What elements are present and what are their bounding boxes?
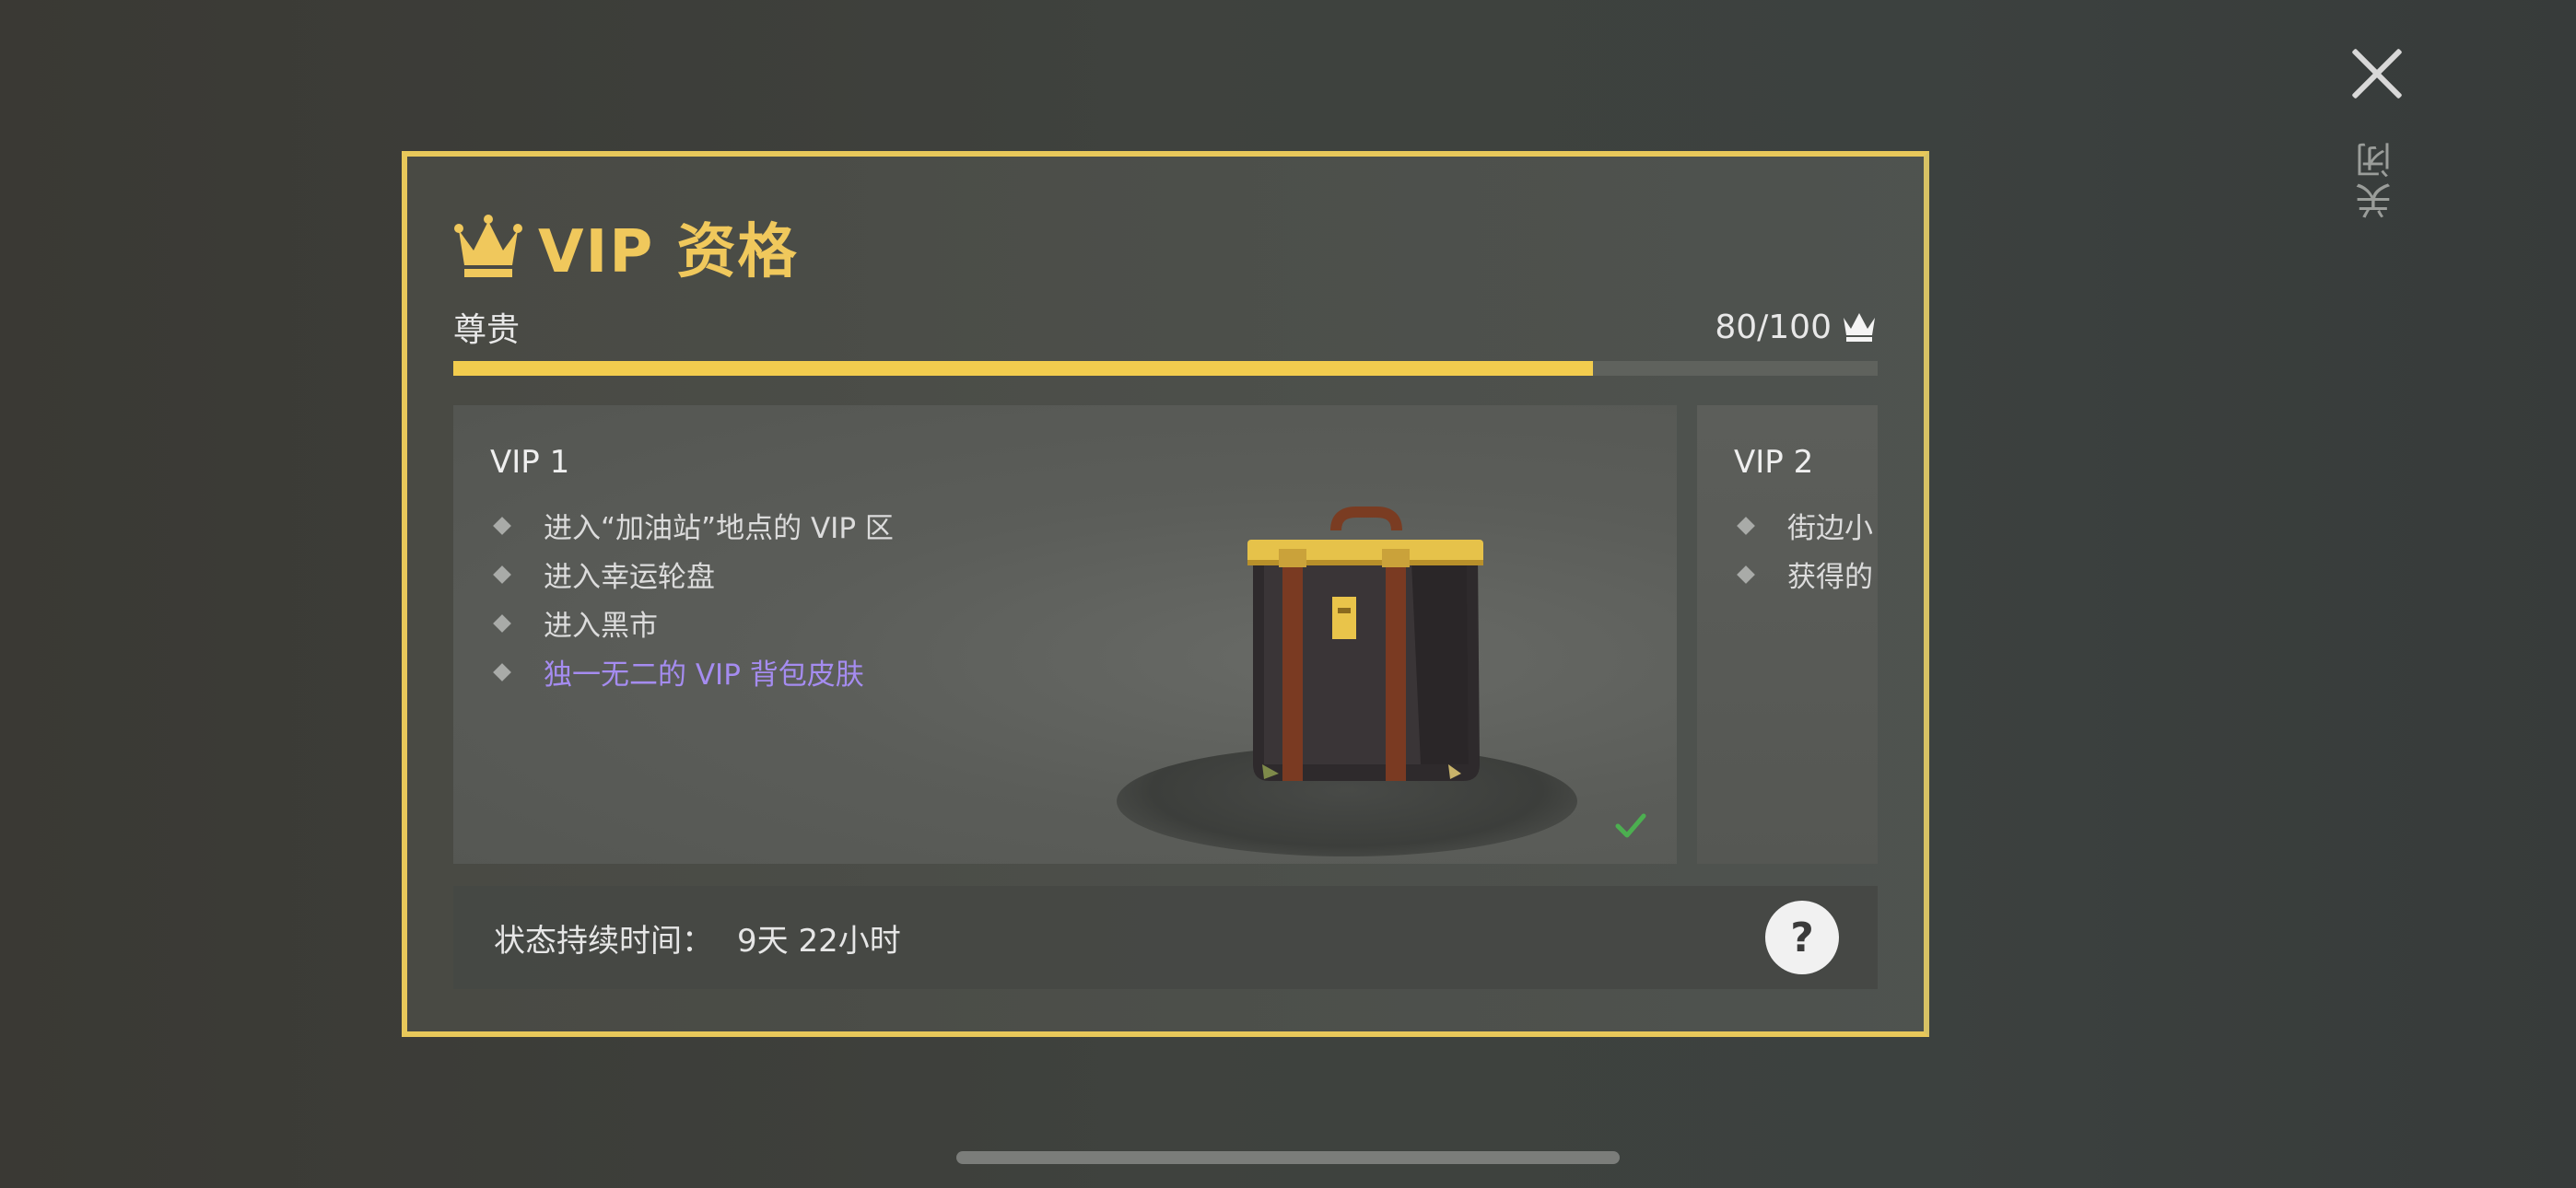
diamond-bullet-icon — [493, 662, 511, 681]
vip-progress-bar — [453, 361, 1878, 376]
crown-icon — [454, 215, 522, 277]
benefit-item-special: 独一无二的 VIP 背包皮肤 — [490, 647, 894, 696]
help-button[interactable]: ? — [1765, 901, 1839, 974]
benefit-item: 进入黑市 — [490, 599, 894, 647]
score-display: 80/100 — [1715, 309, 1878, 346]
crown-small-icon — [1844, 313, 1875, 342]
progress-fill — [453, 361, 1593, 376]
panel-header: VIP 资格 — [453, 210, 799, 286]
close-button[interactable]: 关闭 — [2331, 46, 2423, 249]
home-indicator[interactable] — [956, 1151, 1620, 1164]
tier-card-vip2[interactable]: VIP 2 街边小 获得的 — [1697, 405, 1878, 864]
duration-value: 9天 22小时 — [737, 922, 901, 960]
tier-title: VIP 1 — [490, 444, 570, 481]
diamond-bullet-icon — [1737, 516, 1755, 535]
benefit-list: 街边小 获得的 — [1734, 501, 1873, 599]
unlocked-check-icon — [1615, 813, 1646, 838]
benefit-text: 进入“加油站”地点的 VIP 区 — [544, 512, 894, 545]
diamond-bullet-icon — [1737, 565, 1755, 584]
close-label: 关闭 — [2356, 138, 2398, 219]
duration-label: 状态持续时间： — [494, 922, 713, 960]
benefit-item: 进入幸运轮盘 — [490, 550, 894, 599]
rank-name: 尊贵 — [453, 311, 521, 349]
benefit-item: 进入“加油站”地点的 VIP 区 — [490, 501, 894, 550]
benefit-text: 获得的 — [1787, 561, 1873, 594]
benefit-text: 进入幸运轮盘 — [544, 561, 715, 594]
diamond-bullet-icon — [493, 565, 511, 584]
benefit-item: 获得的 — [1734, 550, 1873, 599]
benefit-text: 街边小 — [1787, 512, 1873, 545]
status-duration-bar: 状态持续时间： 9天 22小时 ? — [453, 886, 1878, 989]
vip-backpack-image — [1117, 488, 1596, 856]
diamond-bullet-icon — [493, 516, 511, 535]
benefit-text: 独一无二的 VIP 背包皮肤 — [544, 658, 864, 692]
benefit-list: 进入“加油站”地点的 VIP 区 进入幸运轮盘 进入黑市 独一无二的 VIP 背… — [490, 501, 894, 696]
score-text: 80/100 — [1715, 308, 1832, 346]
benefit-item: 街边小 — [1734, 501, 1873, 550]
page-title: VIP 资格 — [538, 218, 799, 286]
backpack-icon — [1247, 507, 1483, 781]
close-icon[interactable] — [2349, 46, 2405, 101]
tier-card-vip1[interactable]: VIP 1 进入“加油站”地点的 VIP 区 进入幸运轮盘 进入黑市 独一无二的… — [453, 405, 1677, 864]
benefit-text: 进入黑市 — [544, 610, 658, 643]
rank-row: 尊贵 80/100 — [453, 304, 1878, 350]
vip-panel: VIP 资格 尊贵 80/100 VIP 1 进入“加油站”地点的 VIP 区 — [402, 151, 1929, 1037]
diamond-bullet-icon — [493, 613, 511, 633]
tier-title: VIP 2 — [1734, 444, 1814, 481]
